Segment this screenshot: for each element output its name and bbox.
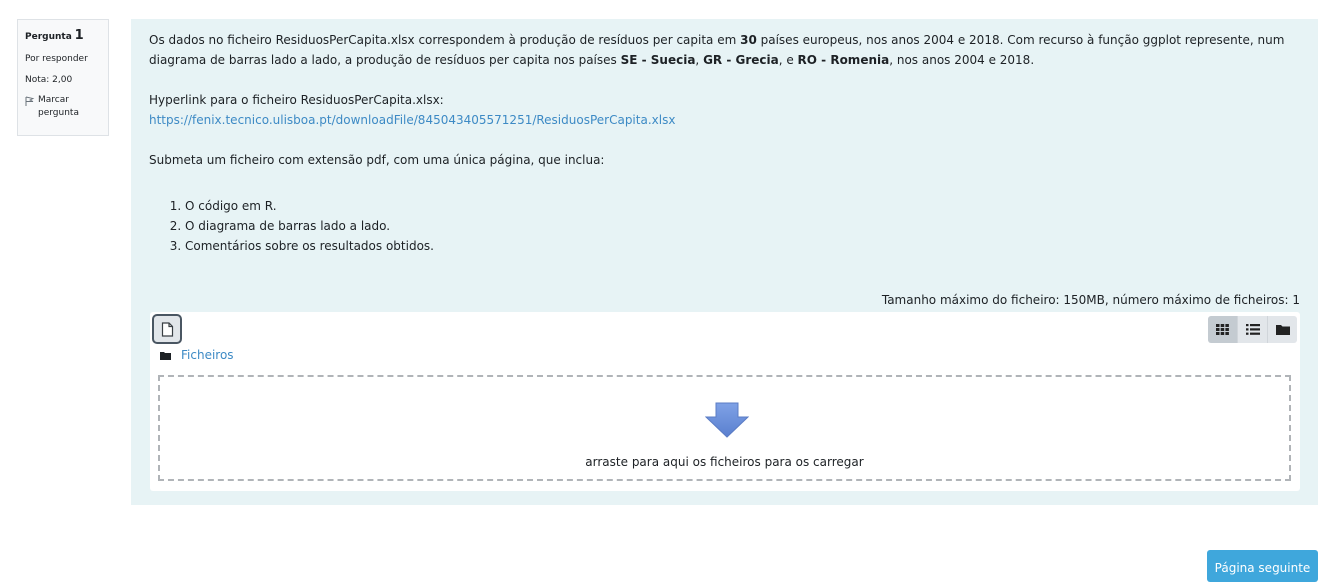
breadcrumb-files-link[interactable]: Ficheiros	[181, 348, 234, 362]
list-view-icon	[1245, 324, 1260, 335]
question-info: Pergunta 1 Por responder Nota: 2,00 Marc…	[17, 19, 109, 136]
down-arrow-icon	[705, 402, 749, 438]
flag-question-link[interactable]: Marcar pergunta	[25, 94, 101, 119]
folder-icon	[160, 351, 171, 360]
list-item: Comentários sobre os resultados obtidos.	[185, 236, 1299, 256]
list-view-button[interactable]	[1238, 316, 1268, 343]
question-number: 1	[74, 28, 84, 43]
next-page-button[interactable]: Página seguinte	[1207, 550, 1318, 582]
file-manager: Ficheiros arraste para aqui os ficheiros…	[150, 312, 1300, 491]
submit-instructions: Submeta um ficheiro com extensão pdf, co…	[149, 153, 605, 167]
add-file-button[interactable]	[152, 314, 182, 344]
file-limits: Tamanho máximo do ficheiro: 150MB, númer…	[881, 293, 1300, 307]
folder-view-button[interactable]	[1268, 316, 1297, 343]
hyperlink-label: Hyperlink para o ficheiro ResiduosPerCap…	[149, 93, 444, 107]
breadcrumb: Ficheiros	[160, 348, 234, 362]
question-text: Os dados no ficheiro ResiduosPerCapita.x…	[149, 30, 1299, 256]
list-item: O código em R.	[185, 196, 1299, 216]
question-title: Pergunta 1	[25, 27, 101, 45]
question-status: Por responder	[25, 54, 88, 65]
dropzone-text: arraste para aqui os ficheiros para os c…	[585, 455, 864, 469]
view-switcher	[1208, 316, 1297, 343]
grid-view-icon	[1216, 324, 1229, 335]
question-content: Os dados no ficheiro ResiduosPerCapita.x…	[131, 19, 1318, 505]
question-grade: Nota: 2,00	[25, 74, 73, 85]
flag-icon	[25, 96, 35, 107]
folder-view-icon	[1275, 325, 1290, 335]
question-description: Os dados no ficheiro ResiduosPerCapita.x…	[149, 33, 1285, 67]
grid-view-button[interactable]	[1208, 316, 1238, 343]
file-dropzone[interactable]: arraste para aqui os ficheiros para os c…	[158, 375, 1291, 481]
requirements-list: O código em R. O diagrama de barras lado…	[149, 196, 1299, 256]
question-label: Pergunta	[25, 32, 72, 42]
flag-question-label: Marcar pergunta	[38, 95, 79, 118]
file-icon	[161, 321, 173, 337]
list-item: O diagrama de barras lado a lado.	[185, 216, 1299, 236]
file-download-link[interactable]: https://fenix.tecnico.ulisboa.pt/downloa…	[149, 113, 675, 127]
